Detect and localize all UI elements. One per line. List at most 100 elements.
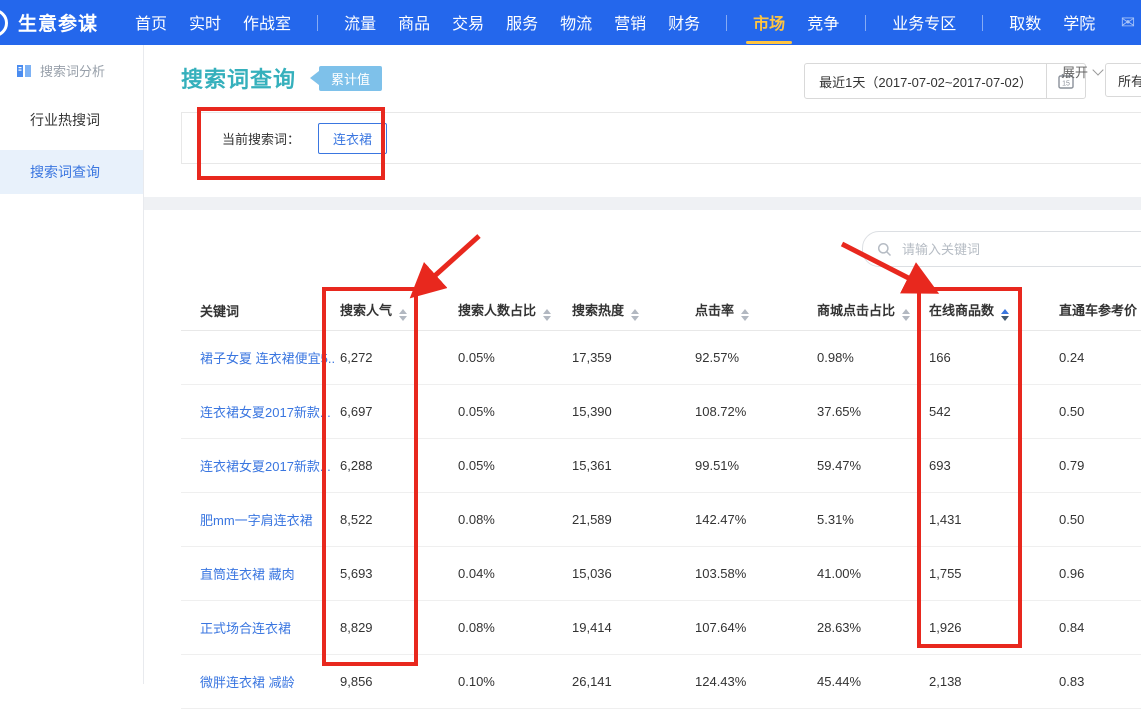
nav-item[interactable]: 业务专区 bbox=[892, 0, 956, 46]
nav-item[interactable]: 首页 bbox=[135, 0, 167, 46]
cell-value: 1,431 bbox=[927, 493, 1057, 547]
keyword-link[interactable]: 连衣裙女夏2017新款... bbox=[200, 405, 331, 420]
keyword-search-box bbox=[862, 231, 1141, 267]
sidebar-section-label: 搜索词分析 bbox=[40, 61, 105, 80]
nav-item[interactable]: 市场 bbox=[753, 0, 785, 46]
cumulative-badge: 累计值 bbox=[310, 66, 382, 91]
nav-divider bbox=[726, 15, 727, 31]
column-header[interactable]: 商城点击占比 bbox=[815, 290, 927, 331]
top-nav: 生意参谋 首页实时作战室 流量商品交易服务物流营销财务 市场竞争 业务专区 取数学院 ✉ bbox=[0, 0, 1141, 45]
column-header: 关键词 bbox=[181, 290, 338, 331]
nav-item[interactable]: 服务 bbox=[506, 0, 538, 46]
expand-link[interactable]: 展开 bbox=[1062, 62, 1102, 81]
cell-value: 0.10% bbox=[456, 655, 570, 709]
cell-value: 8,522 bbox=[338, 493, 456, 547]
badge-arrow-icon bbox=[310, 71, 319, 85]
nav-items: 首页实时作战室 流量商品交易服务物流营销财务 市场竞争 业务专区 取数学院 bbox=[124, 0, 1121, 46]
column-header-label: 直通车参考价 bbox=[1059, 303, 1137, 318]
cell-value: 0.04% bbox=[456, 547, 570, 601]
sidebar-item[interactable]: 搜索词查询 bbox=[0, 150, 143, 194]
cell-value: 9,856 bbox=[338, 655, 456, 709]
nav-item[interactable]: 作战室 bbox=[243, 0, 291, 46]
sort-caret-icon[interactable] bbox=[399, 309, 407, 321]
cell-value: 21,589 bbox=[570, 493, 693, 547]
nav-item[interactable]: 实时 bbox=[189, 0, 221, 46]
cell-value: 0.50 bbox=[1057, 385, 1141, 439]
cell-value: 41.00% bbox=[815, 547, 927, 601]
sort-caret-icon[interactable] bbox=[902, 309, 910, 321]
column-header-label: 搜索热度 bbox=[572, 303, 624, 318]
cell-value: 92.57% bbox=[693, 331, 815, 385]
cell-value: 1,926 bbox=[927, 601, 1057, 655]
cell-value: 6,697 bbox=[338, 385, 456, 439]
sidebar-section-header: 搜索词分析 bbox=[0, 45, 143, 90]
app-logo[interactable]: 生意参谋 bbox=[0, 9, 98, 37]
cumulative-badge-label: 累计值 bbox=[319, 66, 382, 91]
nav-item[interactable]: 竞争 bbox=[807, 0, 839, 46]
cell-value: 0.05% bbox=[456, 385, 570, 439]
keyword-link[interactable]: 正式场合连衣裙 bbox=[200, 621, 291, 636]
nav-divider bbox=[865, 15, 866, 31]
sidebar: 搜索词分析 行业热搜词搜索词查询 bbox=[0, 45, 144, 684]
current-keyword-label: 当前搜索词： bbox=[222, 129, 300, 148]
cell-value: 0.05% bbox=[456, 331, 570, 385]
column-header-label: 在线商品数 bbox=[929, 303, 994, 318]
cell-value: 6,272 bbox=[338, 331, 456, 385]
nav-item[interactable]: 学院 bbox=[1063, 0, 1095, 46]
table-header-row: 关键词 搜索人气搜索人数占比 搜索热度 点击率商城点击占比在线商品数 直通车参考价 bbox=[181, 290, 1141, 331]
cell-value: 0.08% bbox=[456, 493, 570, 547]
nav-item[interactable]: 商品 bbox=[398, 0, 430, 46]
cell-value: 6,288 bbox=[338, 439, 456, 493]
nav-item[interactable]: 物流 bbox=[560, 0, 592, 46]
sort-caret-icon[interactable] bbox=[1001, 309, 1009, 321]
sidebar-item[interactable]: 行业热搜词 bbox=[0, 98, 143, 142]
cell-value: 15,361 bbox=[570, 439, 693, 493]
cell-value: 15,390 bbox=[570, 385, 693, 439]
cell-value: 142.47% bbox=[693, 493, 815, 547]
nav-item[interactable]: 交易 bbox=[452, 0, 484, 46]
keyword-link[interactable]: 肥mm一字肩连衣裙 bbox=[200, 513, 313, 528]
column-header[interactable]: 搜索人气 bbox=[338, 290, 456, 331]
keyword-link[interactable]: 连衣裙女夏2017新款... bbox=[200, 459, 331, 474]
terminal-select[interactable]: 所有终端 bbox=[1105, 63, 1141, 97]
column-header[interactable]: 点击率 bbox=[693, 290, 815, 331]
nav-item[interactable]: 流量 bbox=[344, 0, 376, 46]
column-header[interactable]: 搜索热度 bbox=[570, 290, 693, 331]
nav-active-underline bbox=[746, 41, 792, 44]
cell-value: 0.83 bbox=[1057, 655, 1141, 709]
cell-value: 2,138 bbox=[927, 655, 1057, 709]
sort-caret-icon[interactable] bbox=[741, 309, 749, 321]
svg-text:15: 15 bbox=[1062, 81, 1070, 88]
app-logo-text: 生意参谋 bbox=[18, 9, 98, 36]
nav-divider bbox=[317, 15, 318, 31]
keyword-link[interactable]: 直筒连衣裙 藏肉 bbox=[200, 567, 295, 582]
column-header[interactable]: 直通车参考价 bbox=[1057, 290, 1141, 331]
cell-value: 28.63% bbox=[815, 601, 927, 655]
logo-ring-icon bbox=[0, 9, 8, 37]
nav-item[interactable]: 财务 bbox=[668, 0, 700, 46]
keyword-link[interactable]: 微胖连衣裙 减龄 bbox=[200, 675, 295, 690]
current-keyword-chip[interactable]: 连衣裙 bbox=[318, 123, 387, 154]
sort-caret-icon[interactable] bbox=[543, 309, 551, 321]
column-header[interactable]: 在线商品数 bbox=[927, 290, 1057, 331]
nav-item[interactable]: 取数 bbox=[1009, 0, 1041, 46]
date-range-picker[interactable]: 最近1天（2017-07-02~2017-07-02） 15 bbox=[804, 63, 1086, 99]
cell-value: 37.65% bbox=[815, 385, 927, 439]
cell-value: 19,414 bbox=[570, 601, 693, 655]
nav-item[interactable]: 营销 bbox=[614, 0, 646, 46]
column-header-label: 关键词 bbox=[200, 304, 239, 319]
keyword-link[interactable]: 裙子女夏 连衣裙便宜5.. bbox=[200, 351, 335, 366]
mail-icon[interactable]: ✉ bbox=[1121, 13, 1135, 33]
sort-caret-icon[interactable] bbox=[631, 309, 639, 321]
cell-value: 693 bbox=[927, 439, 1057, 493]
keyword-search-input[interactable] bbox=[900, 241, 1141, 258]
column-header[interactable]: 搜索人数占比 bbox=[456, 290, 570, 331]
filter-panel: 当前搜索词： 连衣裙 bbox=[181, 112, 1141, 164]
cell-value: 0.98% bbox=[815, 331, 927, 385]
page-title: 搜索词查询 bbox=[181, 62, 296, 94]
column-header-label: 搜索人数占比 bbox=[458, 303, 536, 318]
cell-value: 0.24 bbox=[1057, 331, 1141, 385]
table-row: 连衣裙女夏2017新款...6,6970.05%15,390108.72%37.… bbox=[181, 385, 1141, 439]
cell-value: 124.43% bbox=[693, 655, 815, 709]
cell-value: 15,036 bbox=[570, 547, 693, 601]
